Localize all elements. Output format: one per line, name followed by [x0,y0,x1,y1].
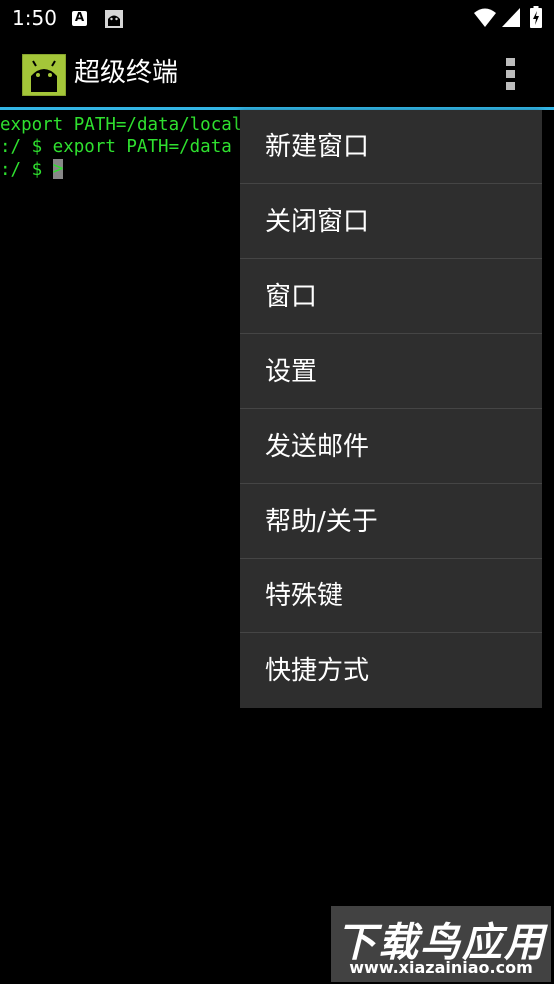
status-bar: 1:50 A [0,0,554,38]
menu-item-label: 窗口 [265,282,318,312]
status-time: 1:50 [12,6,57,30]
android-notification-icon [105,10,123,28]
menu-item-label: 设置 [265,357,318,387]
battery-charging-icon [530,6,542,28]
wifi-icon [474,8,496,27]
android-app-icon [22,54,66,96]
terminal-cursor: > [52,159,64,179]
app-bar: 超级终端 [0,38,554,107]
a-badge-icon: A [72,10,87,26]
menu-item-label: 帮助/关于 [265,507,378,537]
screen: 1:50 A 超级终端 export PATH=/data/local:/ $… [0,0,554,984]
menu-item-shortcuts[interactable]: 快捷方式 [240,634,542,708]
watermark: 下载鸟应用 www.xiazainiao.com [331,906,551,982]
menu-item-label: 新建窗口 [265,132,370,162]
menu-item-new-window[interactable]: 新建窗口 [240,110,542,184]
menu-item-label: 发送邮件 [265,432,370,462]
menu-item-send-email[interactable]: 发送邮件 [240,410,542,484]
menu-item-label: 快捷方式 [265,656,370,686]
a-badge-letter: A [74,10,85,24]
menu-item-special-keys[interactable]: 特殊键 [240,559,542,633]
overflow-menu-button[interactable] [494,52,528,96]
watermark-url: www.xiazainiao.com [349,958,533,977]
overflow-menu: 新建窗口 关闭窗口 窗口 设置 发送邮件 帮助/关于 特殊键 快捷方式 [240,110,542,708]
terminal-prompt: :/ $ [0,160,53,180]
menu-item-help-about[interactable]: 帮助/关于 [240,485,542,559]
menu-item-windows[interactable]: 窗口 [240,260,542,334]
menu-item-close-window[interactable]: 关闭窗口 [240,185,542,259]
menu-item-label: 关闭窗口 [265,207,370,237]
signal-icon [502,8,520,27]
menu-item-settings[interactable]: 设置 [240,335,542,409]
menu-item-label: 特殊键 [265,581,344,611]
app-title: 超级终端 [74,58,179,88]
